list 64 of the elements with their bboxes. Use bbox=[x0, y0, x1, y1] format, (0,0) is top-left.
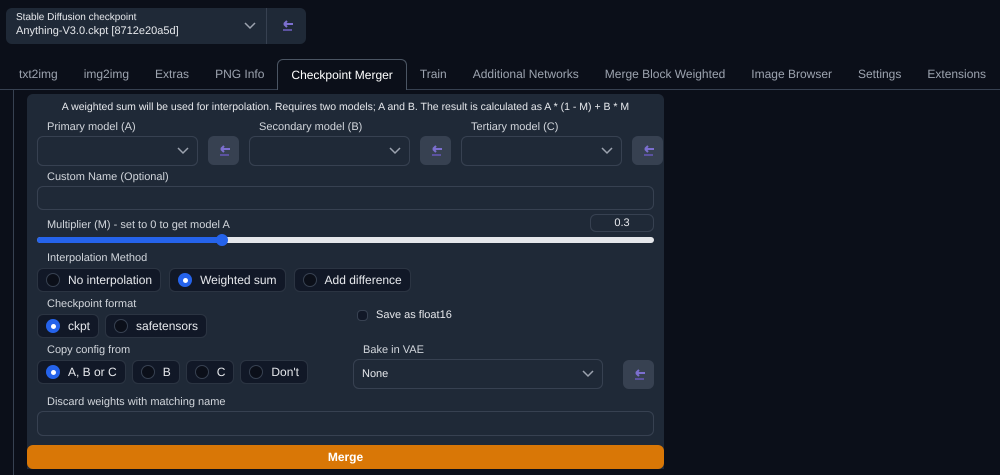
tab[interactable]: Checkpoint Merger bbox=[277, 59, 407, 90]
radio-option[interactable]: Add difference bbox=[294, 268, 411, 292]
radio-option[interactable]: Don't bbox=[240, 360, 308, 384]
radio-button[interactable] bbox=[46, 319, 60, 334]
radio-button[interactable] bbox=[302, 273, 317, 288]
radio-option[interactable]: B bbox=[132, 360, 180, 384]
field-label: Bake in VAE bbox=[362, 343, 425, 358]
description-text: A weighted sum will be used for interpolation. Requires two models; A and B. The result is calculated as A * (1 - M) + B * M bbox=[60, 100, 630, 114]
checkbox[interactable] bbox=[357, 310, 368, 322]
field-label: Discard weights with matching name bbox=[46, 395, 227, 410]
tab[interactable]: PNG Info bbox=[202, 59, 278, 89]
radio-option[interactable]: A, B or C bbox=[37, 360, 126, 384]
radio-button[interactable] bbox=[178, 273, 192, 288]
radio-button[interactable] bbox=[249, 365, 264, 380]
refresh-button[interactable] bbox=[420, 136, 451, 165]
radio-option[interactable]: No interpolation bbox=[37, 268, 162, 292]
tab[interactable]: Settings bbox=[845, 59, 914, 89]
dropdown[interactable] bbox=[461, 136, 622, 166]
field-label: Checkpoint format bbox=[46, 297, 138, 312]
radio-button[interactable] bbox=[46, 273, 60, 288]
radio-button[interactable] bbox=[114, 319, 128, 334]
tab[interactable]: Extras bbox=[142, 59, 202, 89]
checkpoint-label: Stable Diffusion checkpoint bbox=[16, 11, 138, 24]
refresh-button[interactable] bbox=[623, 360, 654, 390]
radio-button[interactable] bbox=[194, 365, 209, 380]
discard-weights-field[interactable] bbox=[37, 411, 654, 436]
tab[interactable]: Train bbox=[406, 59, 460, 89]
slider-handle[interactable] bbox=[216, 234, 228, 246]
field-label: Primary model (A) bbox=[46, 120, 137, 134]
tab[interactable]: Image Browser bbox=[738, 59, 845, 89]
save-float16-checkbox-option[interactable]: Save as float16 bbox=[357, 307, 452, 324]
multiplier-value-field[interactable]: 0.3 bbox=[590, 214, 654, 232]
checkpoint-dropdown[interactable]: Stable Diffusion checkpoint Anything-V3.0.ckpt [8712e20a5d] bbox=[6, 8, 267, 44]
dropdown[interactable] bbox=[37, 136, 198, 166]
dropdown-value: None bbox=[362, 367, 388, 382]
chevron-down-icon bbox=[601, 147, 613, 155]
chevron-down-icon bbox=[177, 147, 189, 155]
radio-option[interactable]: ckpt bbox=[37, 314, 100, 338]
refresh-button[interactable] bbox=[208, 136, 239, 165]
field-label: Multiplier (M) - set to 0 to get model A bbox=[46, 218, 230, 232]
field-label: Custom Name (Optional) bbox=[46, 170, 170, 184]
chevron-down-icon bbox=[389, 147, 401, 155]
radio-option[interactable]: safetensors bbox=[105, 314, 208, 338]
tab[interactable]: txt2img bbox=[6, 59, 71, 89]
checkpoint-value: Anything-V3.0.ckpt [8712e20a5d] bbox=[16, 24, 179, 38]
tab[interactable]: Extensions bbox=[914, 59, 1000, 89]
field-label: Copy config from bbox=[46, 343, 132, 358]
chevron-down-icon bbox=[582, 370, 594, 378]
field-label: Tertiary model (C) bbox=[470, 120, 560, 134]
radio-button[interactable] bbox=[46, 365, 60, 380]
tab[interactable]: Merge Block Weighted bbox=[592, 59, 738, 89]
radio-button[interactable] bbox=[140, 365, 155, 380]
radio-option[interactable]: Weighted sum bbox=[169, 268, 286, 292]
dropdown[interactable]: None bbox=[353, 359, 603, 390]
custom-name-field[interactable] bbox=[37, 186, 654, 210]
chevron-down-icon bbox=[244, 22, 256, 30]
tab[interactable]: Additional Networks bbox=[460, 59, 592, 89]
multiplier-slider[interactable] bbox=[37, 235, 654, 244]
field-label: Interpolation Method bbox=[46, 251, 148, 266]
tab[interactable]: img2img bbox=[70, 59, 142, 89]
dropdown[interactable] bbox=[249, 136, 410, 166]
refresh-button[interactable] bbox=[632, 136, 663, 165]
radio-option[interactable]: C bbox=[186, 360, 234, 384]
field-label: Secondary model (B) bbox=[258, 120, 364, 134]
